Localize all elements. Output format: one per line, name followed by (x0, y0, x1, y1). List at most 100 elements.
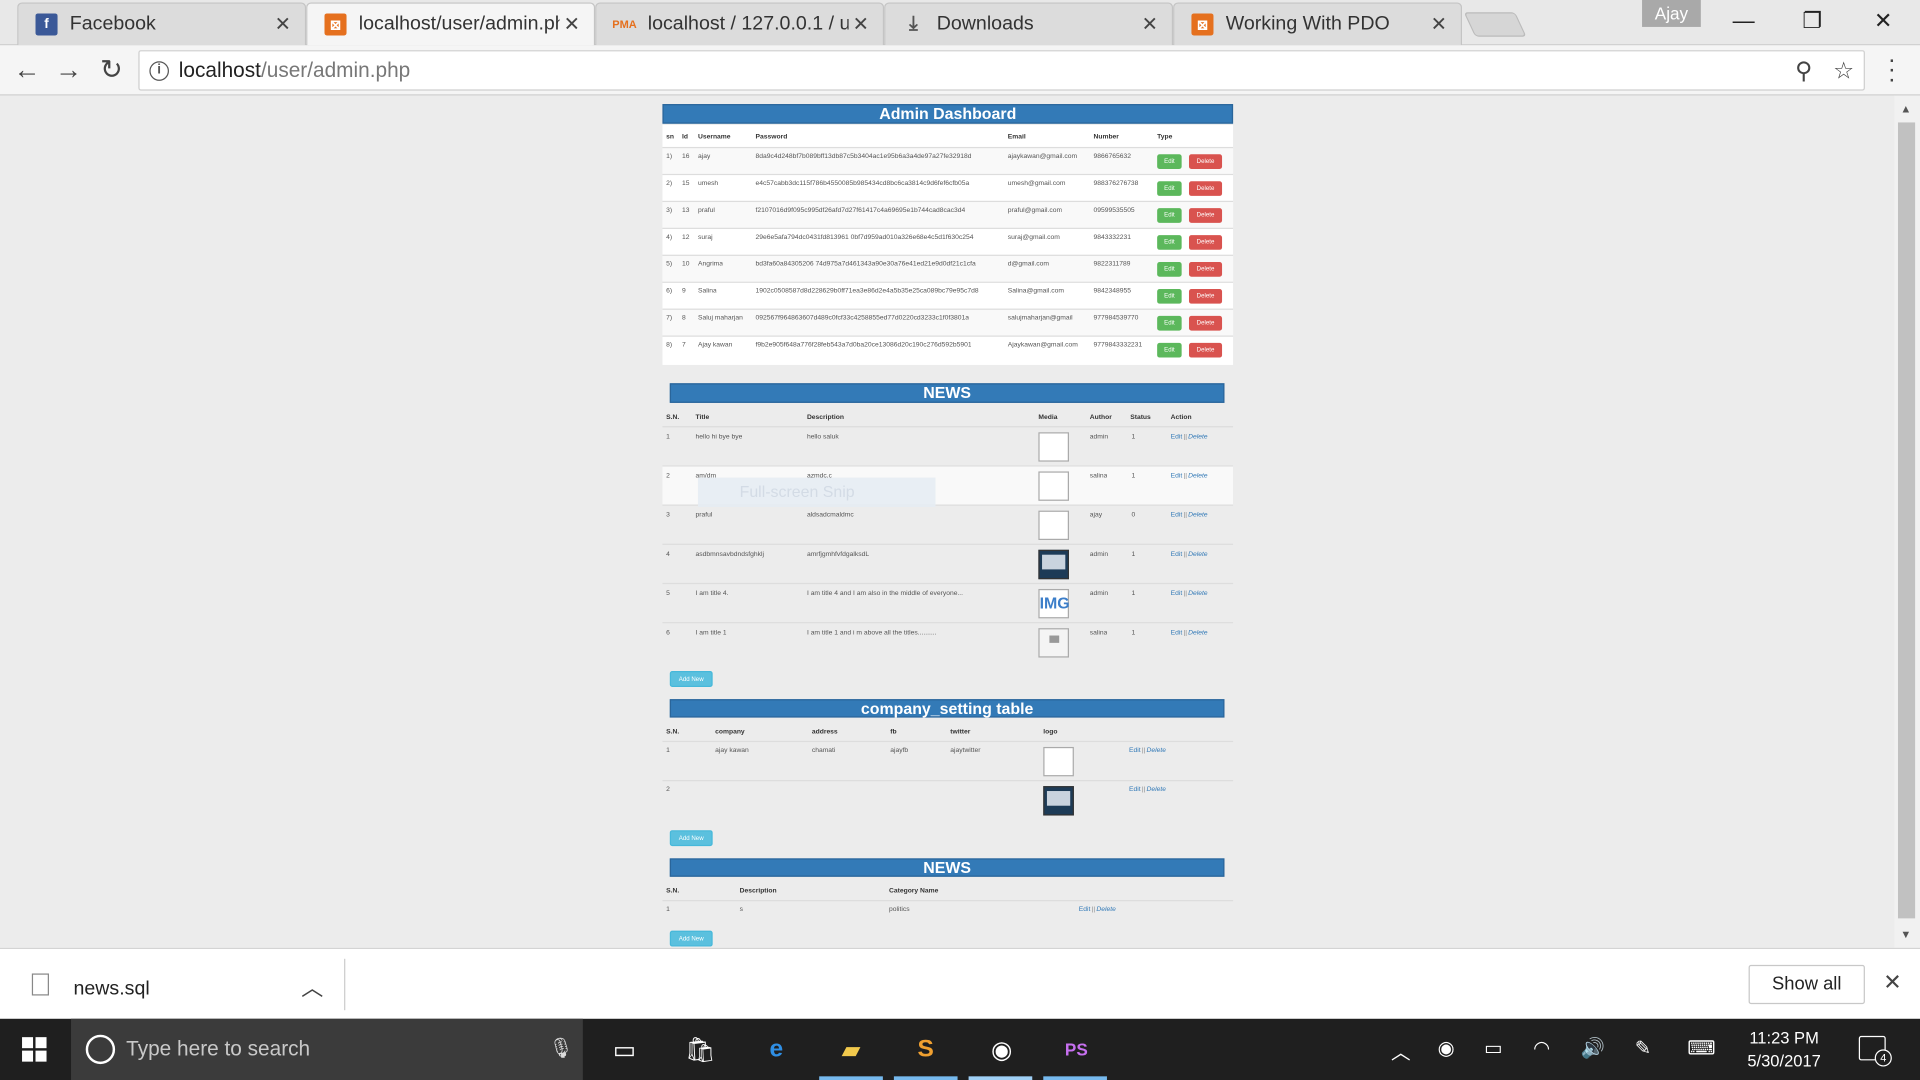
chrome-icon[interactable]: ◉ (983, 1031, 1020, 1068)
forward-arrow-icon[interactable]: → (53, 54, 85, 87)
url-text[interactable]: localhost/user/admin.php (179, 59, 410, 83)
edit-button[interactable]: Edit (1157, 208, 1182, 223)
add-category-button[interactable]: Add New (669, 930, 713, 947)
chevron-up-icon[interactable]: ︿ (301, 971, 323, 1003)
scrollbar-thumb[interactable] (1897, 122, 1916, 919)
info-icon[interactable]: i (149, 61, 169, 81)
delete-button[interactable]: Delete (1188, 208, 1223, 223)
battery-icon[interactable]: ▭ (1484, 1036, 1503, 1060)
pen-icon[interactable]: ✎ (1635, 1036, 1651, 1060)
screen: f Facebook ✕ ⊠ localhost/user/admin.php … (0, 0, 1920, 1080)
delete-link[interactable]: Delete (1188, 512, 1207, 519)
add-news-button[interactable]: Add New (669, 671, 713, 687)
close-icon[interactable]: ✕ (1427, 12, 1451, 36)
edit-button[interactable]: Edit (1157, 342, 1182, 358)
delete-button[interactable]: Delete (1188, 342, 1223, 358)
task-view-icon[interactable]: ▭ (606, 1031, 643, 1068)
page-scrollbar[interactable]: ▲ ▼ (1894, 95, 1920, 948)
close-icon[interactable]: ✕ (1883, 970, 1901, 996)
edit-button[interactable]: Edit (1157, 288, 1182, 304)
minimize-icon[interactable]: — (1719, 5, 1768, 37)
edit-button[interactable]: Edit (1157, 181, 1182, 196)
link-separator: || (1183, 433, 1187, 441)
tab-title: Facebook (69, 13, 156, 35)
col-header: Email (1007, 133, 1026, 141)
user-profile-badge[interactable]: Ajay (1642, 0, 1701, 27)
back-arrow-icon[interactable]: ← (11, 54, 43, 87)
delete-button[interactable]: Delete (1188, 181, 1223, 196)
taskbar-search-box[interactable]: Type here to search 🎙 (71, 1018, 583, 1080)
scroll-down-arrow-icon[interactable]: ▼ (1900, 928, 1911, 940)
delete-button[interactable]: Delete (1188, 262, 1223, 277)
news-media-image (1038, 432, 1069, 462)
close-icon[interactable]: ✕ (560, 12, 584, 36)
close-window-icon[interactable]: ✕ (1859, 5, 1908, 37)
edit-button[interactable]: Edit (1157, 262, 1182, 277)
edit-link[interactable]: Edit (1171, 433, 1183, 440)
phpstorm-icon[interactable]: PS (1058, 1031, 1095, 1068)
news-table: S.N. Title Description Media Author Stat… (662, 408, 1234, 661)
add-company-button[interactable]: Add New (669, 830, 713, 847)
store-icon[interactable]: 🛍 (682, 1031, 719, 1068)
running-indicator (893, 1076, 958, 1080)
cell-sn: 2 (666, 472, 670, 481)
tab-facebook[interactable]: f Facebook ✕ (17, 2, 307, 46)
delete-link[interactable]: Delete (1188, 629, 1207, 636)
show-all-button[interactable]: Show all (1748, 964, 1865, 1005)
wifi-icon[interactable]: ◠ (1533, 1036, 1550, 1060)
edit-button[interactable]: Edit (1157, 154, 1182, 169)
microphone-icon[interactable]: 🎙 (549, 1036, 574, 1060)
edit-link[interactable]: Edit (1171, 590, 1183, 597)
tab-phpmyadmin[interactable]: PMA localhost / 127.0.0.1 / use ✕ (595, 2, 885, 46)
delete-link[interactable]: Delete (1147, 786, 1166, 793)
clock[interactable]: 11:23 PM 5/30/2017 (1729, 1026, 1839, 1073)
delete-link[interactable]: Delete (1188, 473, 1207, 480)
tab-admin[interactable]: ⊠ localhost/user/admin.php ✕ (306, 2, 596, 46)
delete-button[interactable]: Delete (1188, 154, 1223, 169)
sublime-text-icon[interactable]: S (907, 1031, 944, 1068)
close-icon[interactable]: ✕ (849, 12, 873, 36)
menu-dots-icon[interactable]: · · · (1883, 48, 1900, 92)
cortana-icon[interactable] (85, 1034, 116, 1065)
delete-link[interactable]: Delete (1188, 433, 1207, 440)
edit-link[interactable]: Edit (1079, 906, 1091, 913)
delete-button[interactable]: Delete (1188, 288, 1223, 304)
record-icon[interactable]: ◉ (1438, 1036, 1455, 1060)
delete-button[interactable]: Delete (1188, 315, 1223, 331)
delete-link[interactable]: Delete (1096, 906, 1115, 913)
notification-center-icon[interactable]: 4 (1858, 1035, 1892, 1067)
volume-icon[interactable]: 🔊 (1581, 1036, 1605, 1060)
edit-link[interactable]: Edit (1129, 747, 1141, 754)
link-separator: || (1183, 629, 1187, 637)
bookmark-star-icon[interactable]: ☆ (1833, 58, 1854, 86)
delete-button[interactable]: Delete (1188, 235, 1223, 250)
edit-link[interactable]: Edit (1171, 473, 1183, 480)
file-explorer-icon[interactable]: ▰ (833, 1031, 870, 1068)
scroll-up-arrow-icon[interactable]: ▲ (1900, 103, 1911, 115)
edit-link[interactable]: Edit (1129, 786, 1141, 793)
edit-link[interactable]: Edit (1171, 512, 1183, 519)
new-tab-button[interactable] (1463, 12, 1527, 37)
delete-link[interactable]: Delete (1188, 551, 1207, 558)
delete-link[interactable]: Delete (1147, 747, 1166, 754)
chevron-up-icon[interactable]: ︿ (1391, 1036, 1411, 1065)
edge-browser-icon[interactable]: e (758, 1031, 795, 1068)
tab-downloads[interactable]: ⤓ Downloads ✕ (884, 2, 1174, 46)
cell-email: Ajaykawan@gmail.com (1007, 341, 1078, 349)
zoom-icon[interactable]: ⚲ (1795, 58, 1812, 86)
close-icon[interactable]: ✕ (1138, 12, 1162, 36)
edit-button[interactable]: Edit (1157, 315, 1182, 331)
edit-link[interactable]: Edit (1171, 629, 1183, 636)
close-icon[interactable]: ✕ (271, 12, 295, 36)
admin-users-table: sn Id Username Password Email Number Typ… (662, 124, 1234, 365)
edit-link[interactable]: Edit (1171, 551, 1183, 558)
windows-start-icon[interactable] (22, 1037, 48, 1063)
download-file-name[interactable]: news.sql (73, 978, 149, 1000)
restore-icon[interactable]: ❐ (1788, 5, 1837, 37)
keyboard-icon[interactable]: ⌨ (1687, 1036, 1715, 1060)
reload-icon[interactable]: ↻ (96, 54, 128, 87)
tab-working-with-pdo[interactable]: ⊠ Working With PDO ✕ (1173, 2, 1463, 46)
address-bar[interactable]: i localhost/user/admin.php ⚲ ☆ (138, 50, 1865, 91)
delete-link[interactable]: Delete (1188, 590, 1207, 597)
edit-button[interactable]: Edit (1157, 235, 1182, 250)
